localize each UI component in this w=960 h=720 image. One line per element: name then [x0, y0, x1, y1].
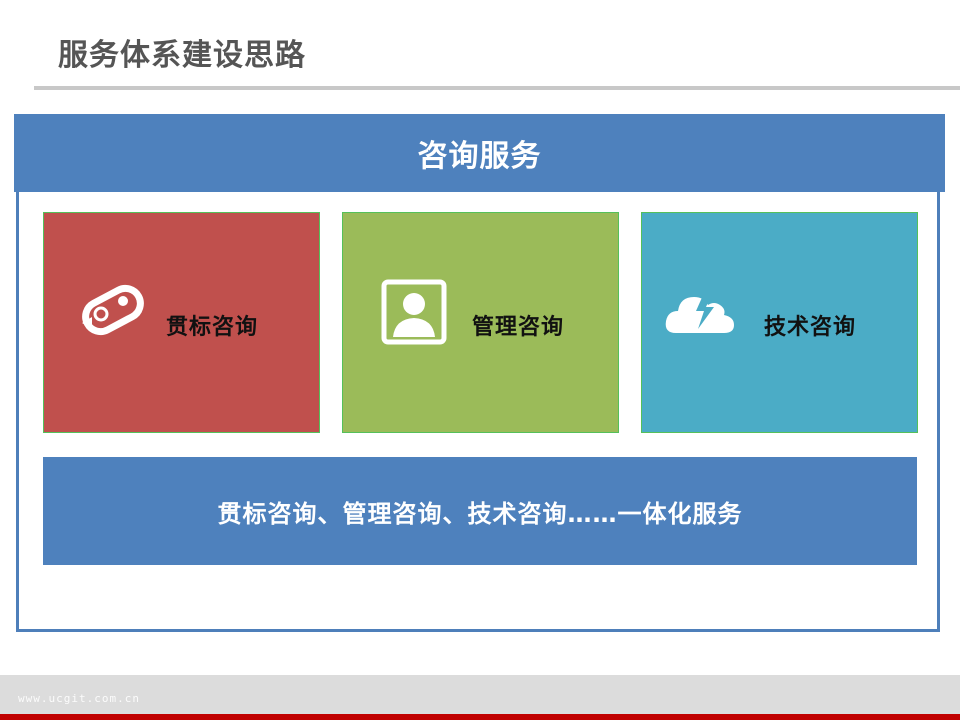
page-title: 服务体系建设思路 — [58, 38, 306, 73]
card-label: 管理咨询 — [472, 315, 565, 340]
section-header: 咨询服务 — [14, 114, 945, 192]
footer-url[interactable]: www.ucgit.com.cn — [18, 692, 140, 705]
section-header-label: 咨询服务 — [417, 139, 542, 174]
summary-label: 贯标咨询、管理咨询、技术咨询……一体化服务 — [217, 499, 743, 528]
card-label: 贯标咨询 — [166, 315, 259, 340]
refresh-link-icon — [82, 284, 144, 336]
summary-bar: 贯标咨询、管理咨询、技术咨询……一体化服务 — [43, 457, 917, 565]
footer-accent-bar — [0, 714, 960, 720]
person-portrait-icon — [381, 279, 447, 345]
card-management-consulting[interactable]: 管理咨询 — [342, 212, 619, 433]
title-divider — [34, 86, 960, 90]
cloud-lightning-icon — [665, 293, 734, 333]
card-standard-consulting[interactable]: 贯标咨询 — [43, 212, 320, 433]
card-label: 技术咨询 — [764, 315, 857, 340]
card-technical-consulting[interactable]: 技术咨询 — [641, 212, 918, 433]
